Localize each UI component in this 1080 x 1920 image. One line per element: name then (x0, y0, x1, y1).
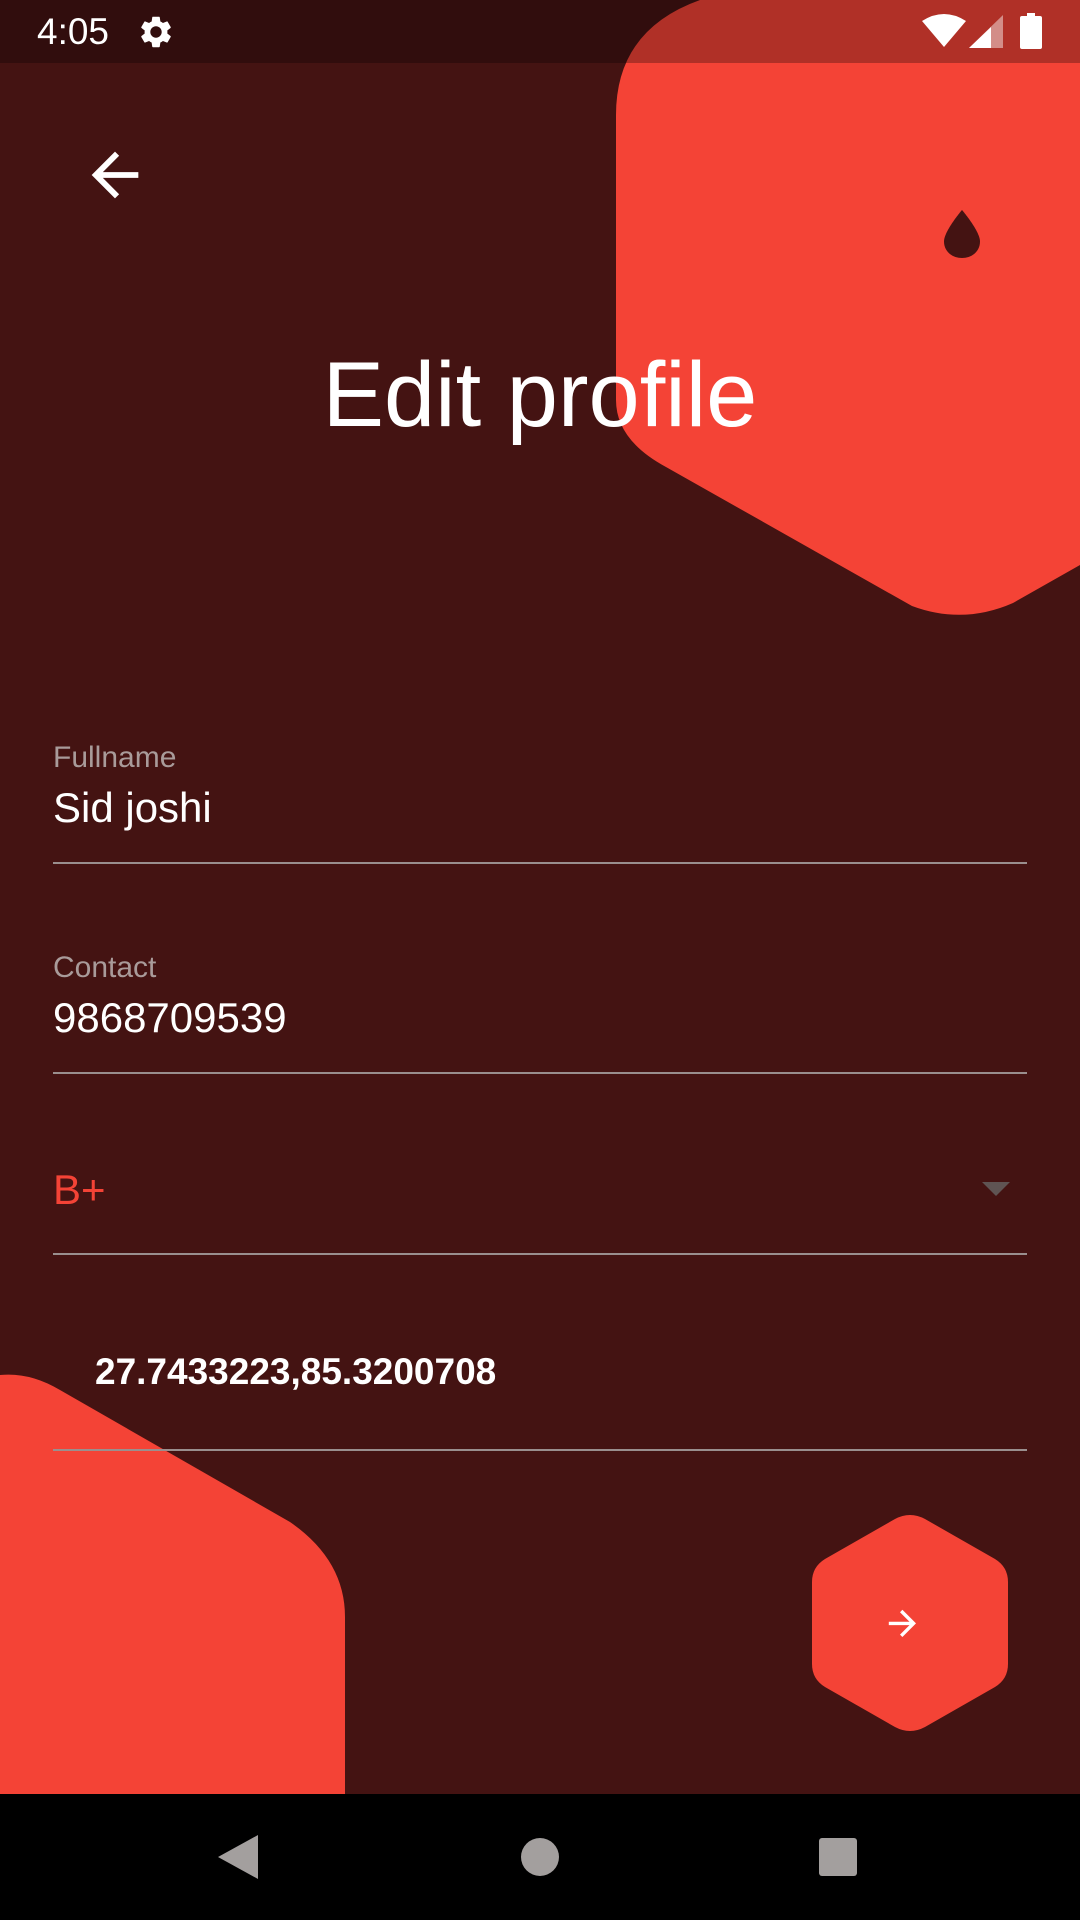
wifi-icon (922, 14, 966, 47)
gear-icon (141, 16, 171, 48)
arrow-left-icon (91, 151, 139, 199)
fullname-input[interactable] (53, 782, 1027, 834)
blood-group-underline (53, 1253, 1027, 1255)
location-underline (53, 1449, 1027, 1451)
battery-icon (1020, 13, 1042, 49)
next-button[interactable] (812, 1515, 1008, 1731)
chevron-down-icon[interactable] (981, 1178, 1011, 1198)
contact-label: Contact (53, 951, 157, 984)
fullname-underline (53, 862, 1027, 864)
fullname-field[interactable]: Fullname (53, 740, 1027, 865)
home-circle-icon[interactable] (510, 1827, 570, 1887)
edit-profile-screen: 4:05 Edit profile Fullname Contact B+ (0, 0, 1080, 1920)
status-time: 4:05 (37, 11, 110, 52)
page-title: Edit profile (322, 344, 758, 446)
contact-input[interactable] (53, 992, 1027, 1044)
signal-icon (969, 15, 1003, 48)
back-triangle-icon[interactable] (208, 1827, 268, 1887)
blood-drop-icon (944, 210, 980, 258)
location-value: 27.7433223,85.3200708 (95, 1351, 497, 1392)
blood-group-select[interactable]: B+ (53, 1164, 1027, 1256)
back-button[interactable] (80, 140, 150, 210)
fullname-label: Fullname (53, 741, 177, 774)
navigation-bar (0, 1794, 1080, 1920)
top-right-hexagon-shape (616, 0, 1080, 615)
status-bar: 4:05 (0, 0, 1080, 63)
contact-field[interactable]: Contact (53, 950, 1027, 1075)
recents-square-icon[interactable] (808, 1827, 868, 1887)
blood-group-value: B+ (53, 1166, 106, 1213)
location-field[interactable]: 27.7433223,85.3200708 (53, 1348, 1027, 1453)
contact-underline (53, 1072, 1027, 1074)
